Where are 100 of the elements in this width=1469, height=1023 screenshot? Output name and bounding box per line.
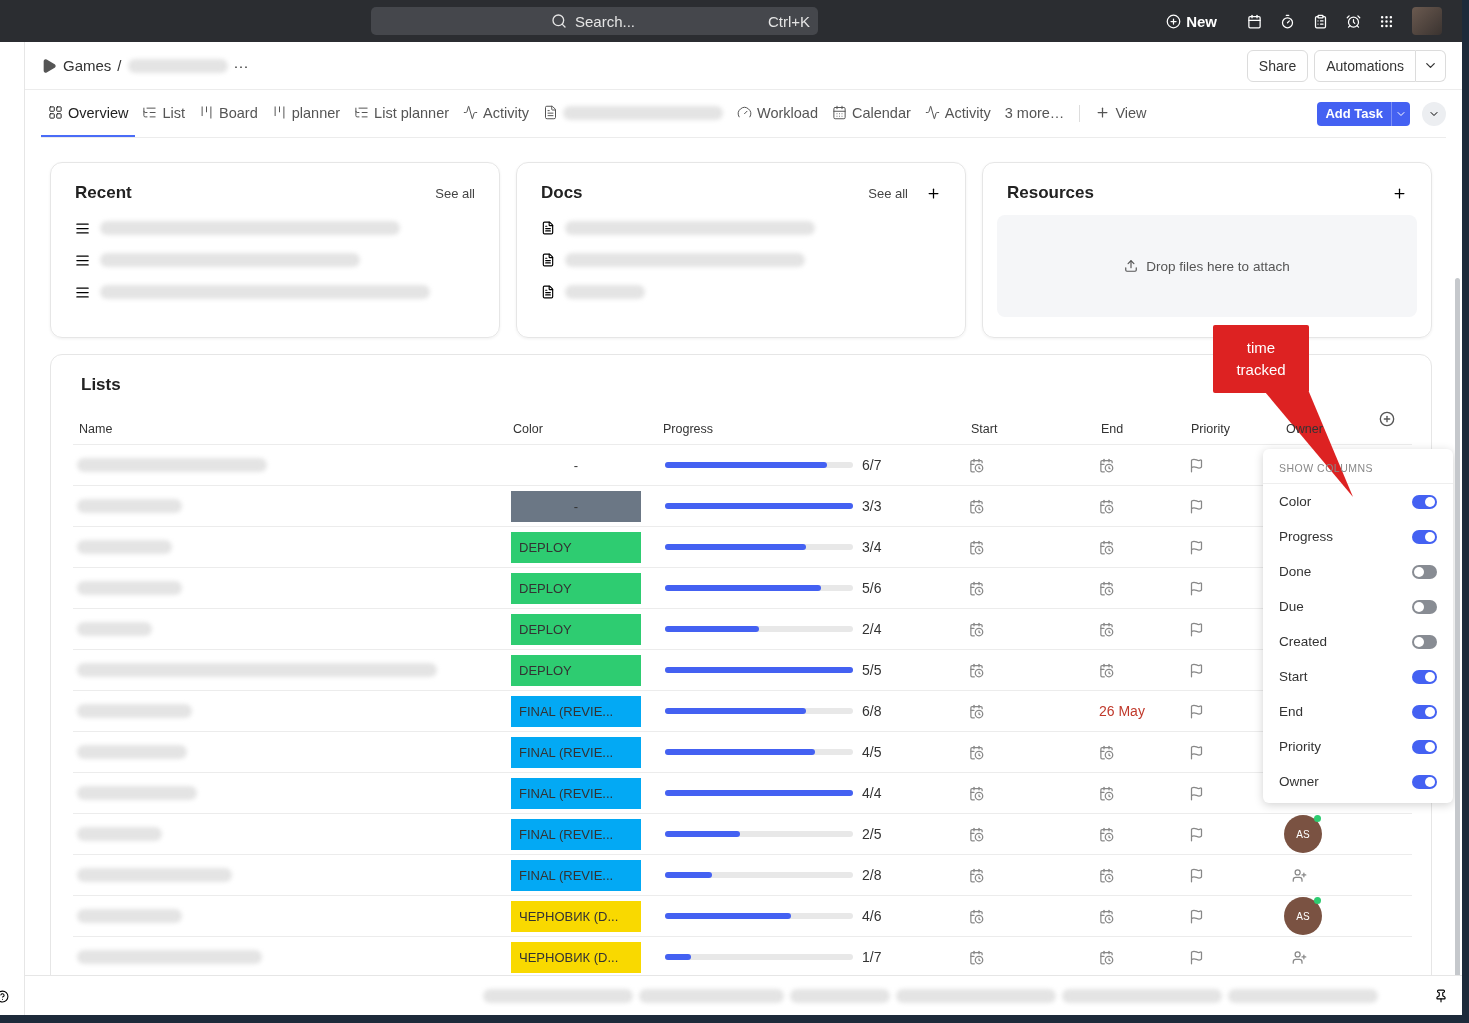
document-icon [541,221,555,235]
upload-icon [1124,259,1139,273]
flag-icon[interactable] [1189,539,1204,555]
nav-tab[interactable]: Activity [456,90,536,137]
add-view-button[interactable]: View [1088,90,1154,137]
collapse-button[interactable] [1422,101,1446,126]
end-date-icon[interactable] [1099,539,1114,555]
nav-tab[interactable]: List [135,90,192,137]
toggle-switch[interactable] [1412,669,1437,684]
start-date-icon[interactable] [969,703,984,719]
automations-button[interactable]: Automations [1314,49,1416,82]
start-date-icon[interactable] [969,662,984,678]
flag-icon[interactable] [1189,785,1204,801]
see-all-link[interactable]: See all [868,185,908,201]
flag-icon[interactable] [1189,867,1204,883]
add-owner-icon[interactable] [1292,949,1307,965]
more-tabs-link[interactable]: 3 more… [997,90,1072,137]
clipboard-icon[interactable] [1313,13,1328,29]
end-date-icon[interactable] [1099,908,1114,924]
nav-tab[interactable]: Board [192,90,265,137]
end-date-icon[interactable] [1099,498,1114,514]
drop-zone[interactable]: Drop files here to attach [997,215,1417,317]
toggle-switch[interactable] [1412,529,1437,544]
add-task-button[interactable]: Add Task [1317,101,1410,126]
end-date-icon[interactable] [1099,662,1114,678]
toggle-switch[interactable] [1412,739,1437,754]
start-date-icon[interactable] [969,539,984,555]
start-date-icon[interactable] [969,867,984,883]
start-date-icon[interactable] [969,785,984,801]
flag-icon[interactable] [1189,949,1204,965]
end-date-icon[interactable] [1099,457,1114,473]
share-button[interactable]: Share [1246,49,1309,82]
start-date-icon[interactable] [969,457,984,473]
color-tag: FINAL (REVIE... [511,736,641,768]
color-tag: FINAL (REVIE... [511,695,641,727]
start-date-icon[interactable] [969,621,984,637]
add-icon[interactable] [1392,185,1407,201]
toggle-switch[interactable] [1412,774,1437,789]
toggle-switch[interactable] [1412,564,1437,579]
add-icon[interactable] [926,185,941,201]
progress-count: 5/5 [862,662,882,678]
flag-icon[interactable] [1189,457,1204,473]
column-header: Name [79,421,113,436]
toggle-switch[interactable] [1412,494,1437,509]
breadcrumb-link[interactable]: Games [63,57,112,74]
owner-avatar[interactable]: AS [1284,897,1322,935]
nav-tab[interactable]: List planner [347,90,457,137]
flag-icon[interactable] [1189,908,1204,924]
column-header: Start [971,421,998,436]
flag-icon[interactable] [1189,580,1204,596]
add-owner-icon[interactable] [1292,867,1307,883]
flag-icon[interactable] [1189,703,1204,719]
toggle-switch[interactable] [1412,599,1437,614]
end-date-icon[interactable] [1099,949,1114,965]
user-avatar[interactable] [1412,7,1442,35]
new-button[interactable]: New [1166,12,1217,30]
calendar-icon[interactable] [1247,13,1262,29]
alarm-clock-icon[interactable] [1346,13,1361,29]
board-icon [199,105,214,120]
end-date-icon[interactable] [1099,826,1114,842]
progress-count: 1/7 [862,949,882,965]
flag-icon[interactable] [1189,662,1204,678]
pin-icon[interactable] [1434,988,1448,1003]
owner-avatar[interactable]: AS [1284,815,1322,853]
nav-tab[interactable]: Workload [730,90,825,137]
toggle-switch[interactable] [1412,704,1437,719]
text-lines-icon [75,252,90,268]
toggle-switch[interactable] [1412,634,1437,649]
start-date-icon[interactable] [969,826,984,842]
nav-tab[interactable]: Calendar [824,90,918,137]
flag-icon[interactable] [1189,498,1204,514]
end-date-icon[interactable] [1099,785,1114,801]
more-menu[interactable]: ··· [233,57,249,74]
see-all-link[interactable]: See all [435,185,475,201]
nav-tab[interactable]: planner [264,90,348,137]
flag-icon[interactable] [1189,744,1204,760]
nav-tab[interactable]: Activity [917,90,998,137]
activity-icon [924,105,940,120]
start-date-icon[interactable] [969,908,984,924]
search-field[interactable]: Search... Ctrl+K [371,7,818,35]
color-tag: DEPLOY [511,654,641,686]
column-header: Priority [1191,421,1230,436]
start-date-icon[interactable] [969,580,984,596]
start-date-icon[interactable] [969,744,984,760]
add-column-icon[interactable] [1379,411,1395,427]
start-date-icon[interactable] [969,949,984,965]
progress-count: 3/3 [862,498,882,514]
nav-tab[interactable]: Overview [41,90,136,137]
menu-item-label: End [1279,704,1304,719]
apps-icon[interactable] [1379,13,1394,29]
end-date[interactable]: 26 May [1099,703,1145,719]
progress-count: 3/4 [862,539,882,555]
start-date-icon[interactable] [969,498,984,514]
end-date-icon[interactable] [1099,867,1114,883]
flag-icon[interactable] [1189,826,1204,842]
timer-icon[interactable] [1280,13,1295,29]
end-date-icon[interactable] [1099,744,1114,760]
end-date-icon[interactable] [1099,580,1114,596]
flag-icon[interactable] [1189,621,1204,637]
end-date-icon[interactable] [1099,621,1114,637]
